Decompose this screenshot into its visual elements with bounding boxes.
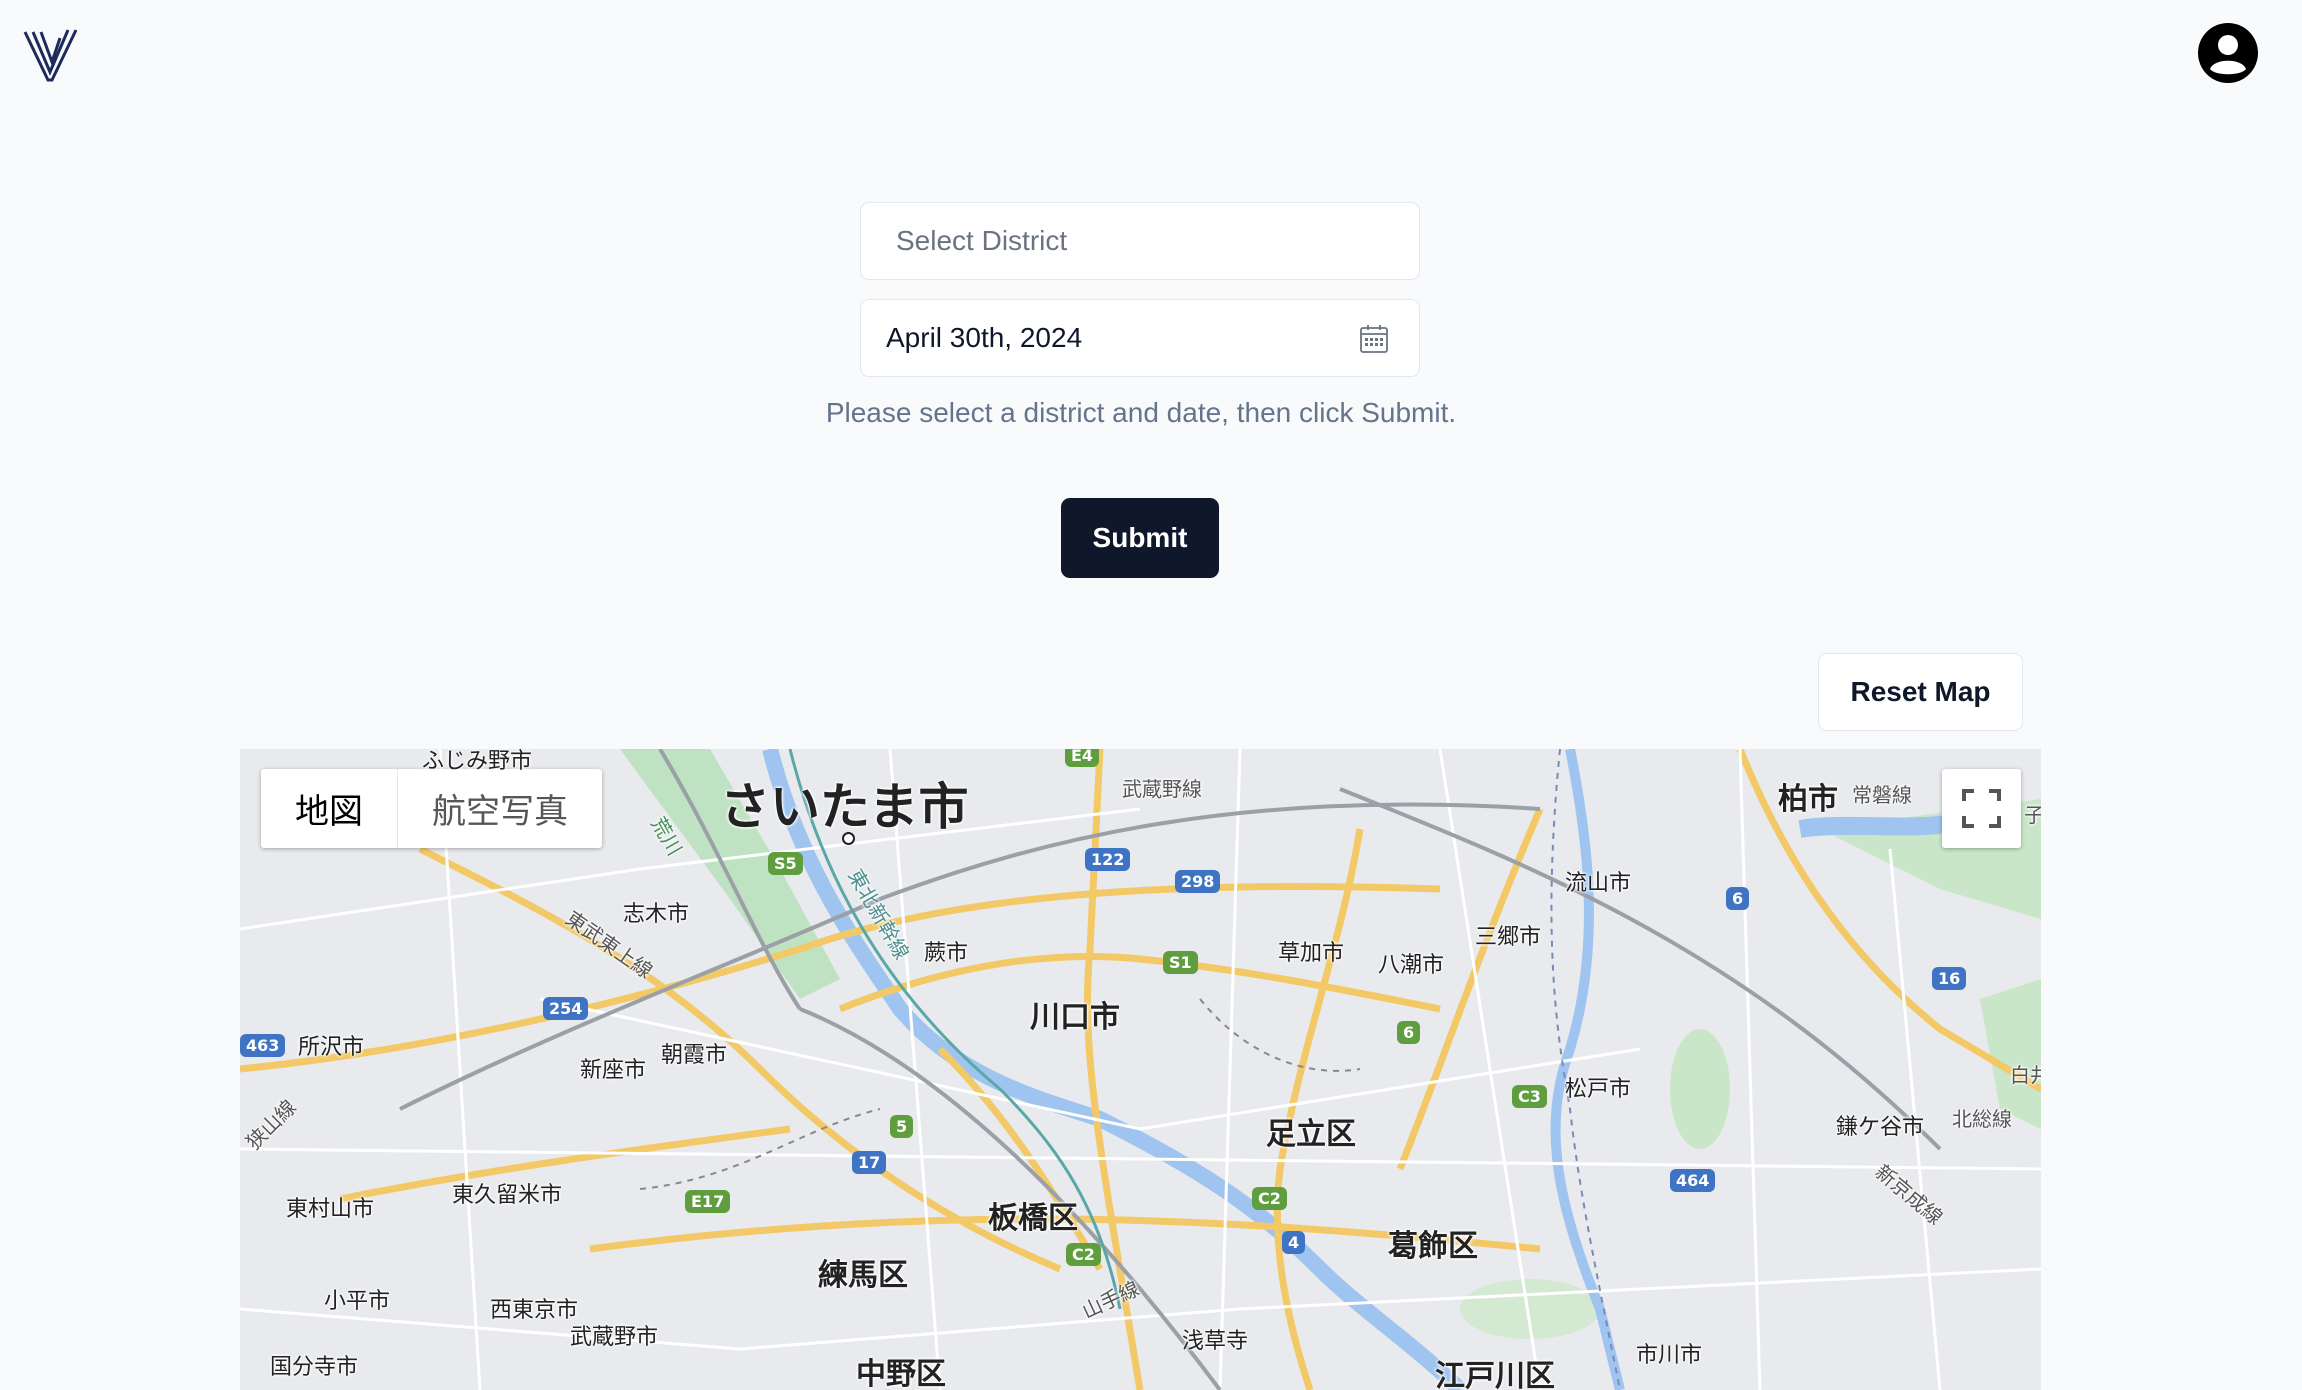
route-shield: C2 xyxy=(1252,1187,1287,1210)
v-logo-icon[interactable] xyxy=(22,26,80,84)
map-label-kashiwa: 柏市 xyxy=(1778,782,1838,817)
map-label-misato: 三郷市 xyxy=(1475,925,1542,950)
route-shield: 463 xyxy=(240,1034,286,1057)
map-label-katsushika: 葛飾区 xyxy=(1388,1229,1478,1264)
submit-button[interactable]: Submit xyxy=(1061,498,1219,578)
route-shield: S1 xyxy=(1163,951,1198,974)
route-shield: 6 xyxy=(1726,887,1750,910)
date-value: April 30th, 2024 xyxy=(886,322,1083,353)
map-label-soka: 草加市 xyxy=(1278,941,1345,966)
map-label-nakano: 中野区 xyxy=(856,1357,946,1390)
map-label-nerima: 練馬区 xyxy=(818,1258,908,1293)
route-shield: 16 xyxy=(1932,967,1967,990)
route-shield: 254 xyxy=(543,997,589,1020)
route-shield: 6 xyxy=(1397,1021,1421,1044)
map-label-kokubunji: 国分寺市 xyxy=(270,1355,359,1380)
district-select[interactable] xyxy=(860,202,1420,280)
instructions-text: Please select a district and date, then … xyxy=(825,397,1457,428)
district-input[interactable] xyxy=(894,224,1419,258)
date-picker[interactable]: April 30th, 2024 xyxy=(860,299,1420,377)
fullscreen-icon[interactable] xyxy=(1942,769,2021,848)
route-shield: S5 xyxy=(768,852,803,875)
map-label-fujimino: ふじみ野市 xyxy=(422,749,533,774)
map-label-niiza: 新座市 xyxy=(580,1058,647,1083)
map-label-shiroi: 白井 xyxy=(2010,1063,2041,1087)
map-label-itabashi: 板橋区 xyxy=(988,1201,1078,1236)
route-shield: E17 xyxy=(685,1190,731,1213)
map-label-nishitokyo: 西東京市 xyxy=(490,1298,579,1323)
user-circle-icon[interactable] xyxy=(2197,22,2259,84)
map-label-saitama: さいたま市 xyxy=(720,778,969,836)
map-type-control: 地図 航空写真 xyxy=(261,769,602,848)
map-label-asakusa: 浅草寺 xyxy=(1182,1329,1249,1354)
map-label-musashino: 武蔵野市 xyxy=(570,1325,659,1350)
route-shield: 464 xyxy=(1670,1169,1716,1192)
map-label-higashimurayama: 東村山市 xyxy=(286,1197,375,1222)
map-label-warabi: 蕨市 xyxy=(924,941,969,966)
route-shield: 122 xyxy=(1085,848,1131,871)
map-label-ichikawa: 市川市 xyxy=(1636,1343,1703,1368)
map-label-joban: 常磐線 xyxy=(1852,783,1912,807)
map-label-kodaira: 小平市 xyxy=(324,1289,391,1314)
map-label-musashino-line: 武蔵野線 xyxy=(1122,777,1202,801)
map-label-adachi: 足立区 xyxy=(1266,1117,1356,1152)
map-label-edogawa: 江戸川区 xyxy=(1435,1359,1555,1390)
calendar-icon[interactable] xyxy=(1359,324,1389,354)
reset-map-button[interactable]: Reset Map xyxy=(1818,653,2023,731)
map-label-matsudo: 松戸市 xyxy=(1565,1077,1632,1102)
map-label-higashikurume: 東久留米市 xyxy=(452,1183,563,1208)
route-shield: 4 xyxy=(1282,1231,1306,1254)
map-view[interactable]: 地図 航空写真 さいたま市 川口市 足立区 板橋区 練馬区 葛飾区 江戸川区 中… xyxy=(240,749,2041,1390)
map-label-shiki: 志木市 xyxy=(623,902,690,927)
route-shield: E4 xyxy=(1065,749,1100,767)
map-label-hokuso: 北総線 xyxy=(1952,1107,2012,1131)
map-type-map-button[interactable]: 地図 xyxy=(261,769,398,848)
map-label-kamagaya: 鎌ケ谷市 xyxy=(1836,1115,1925,1140)
map-label-tokorozawa: 所沢市 xyxy=(298,1035,365,1060)
route-shield: 5 xyxy=(890,1115,914,1138)
route-shield: 298 xyxy=(1175,870,1221,893)
map-label-ko: 子 xyxy=(2024,803,2041,827)
map-label-asaka: 朝霞市 xyxy=(661,1043,728,1068)
route-shield: C3 xyxy=(1512,1085,1547,1108)
route-shield: C2 xyxy=(1066,1243,1101,1266)
route-shield: 17 xyxy=(852,1151,887,1174)
map-type-satellite-button[interactable]: 航空写真 xyxy=(398,769,602,848)
map-label-yashio: 八潮市 xyxy=(1378,953,1445,978)
map-label-nagareyama: 流山市 xyxy=(1565,871,1632,896)
map-label-kawaguchi: 川口市 xyxy=(1030,1000,1120,1035)
map-pin xyxy=(842,832,855,845)
